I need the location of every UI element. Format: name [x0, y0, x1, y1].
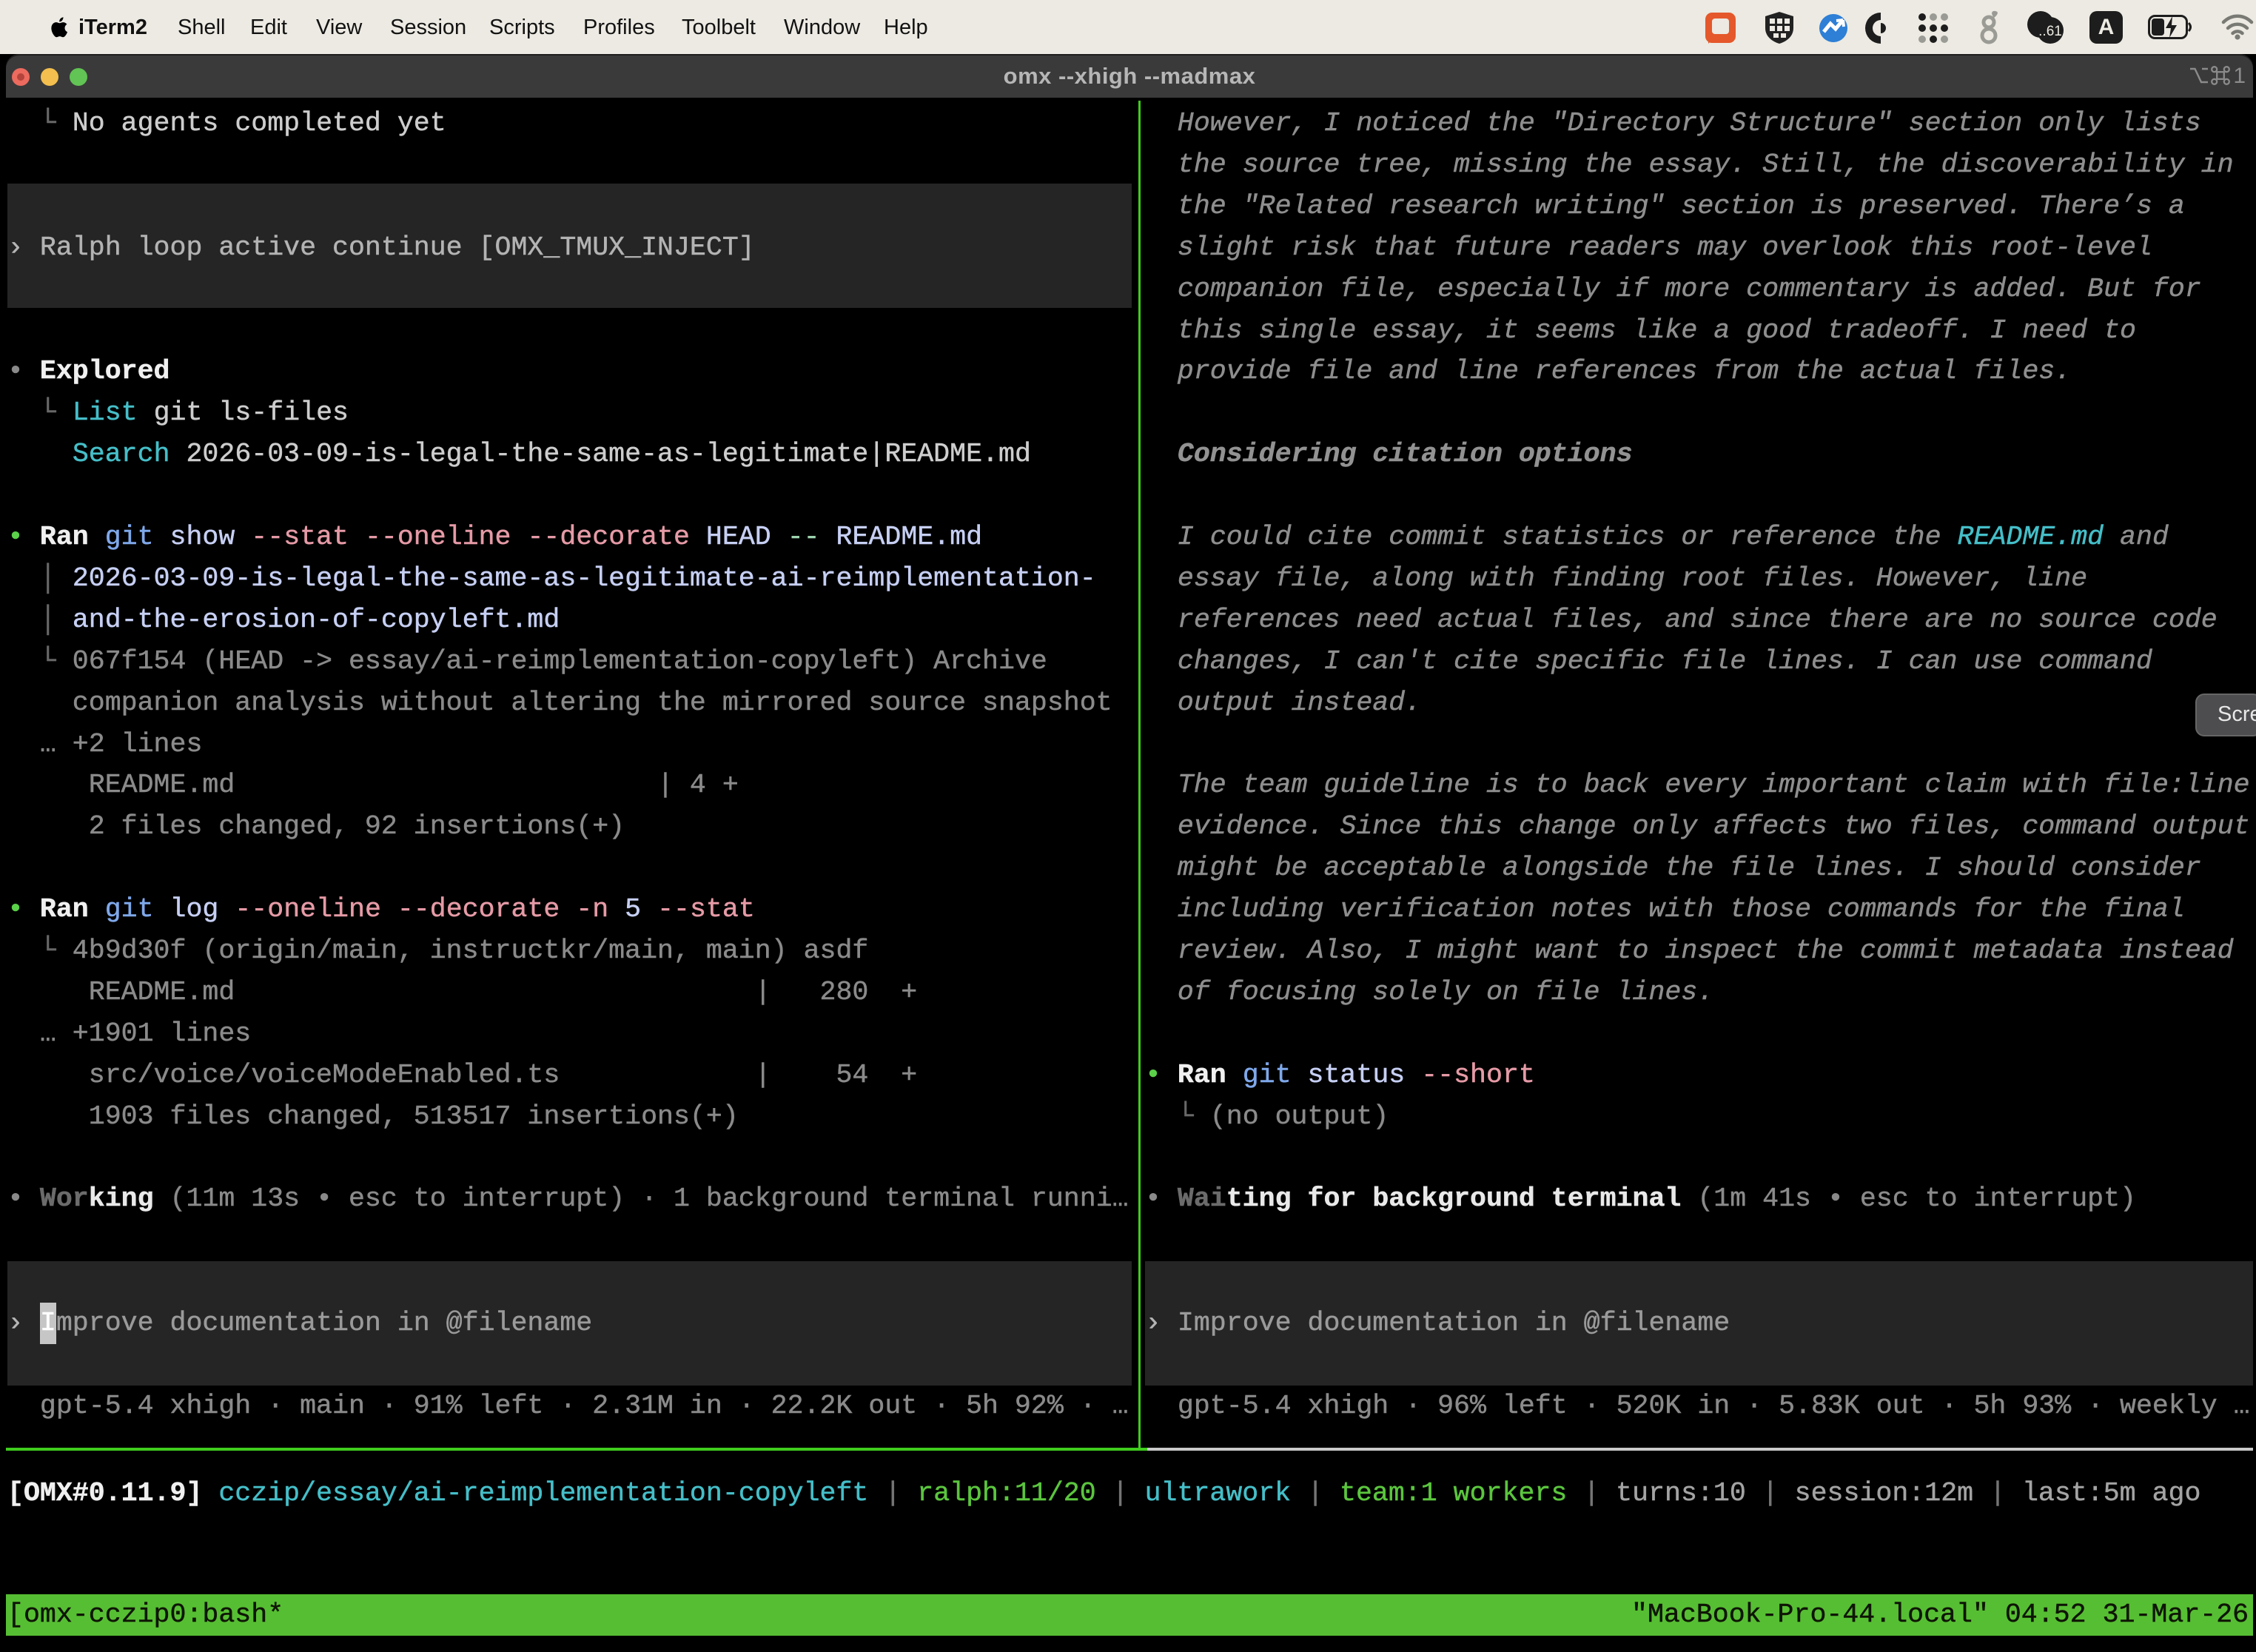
svg-text:..61: ..61 [2038, 24, 2062, 39]
